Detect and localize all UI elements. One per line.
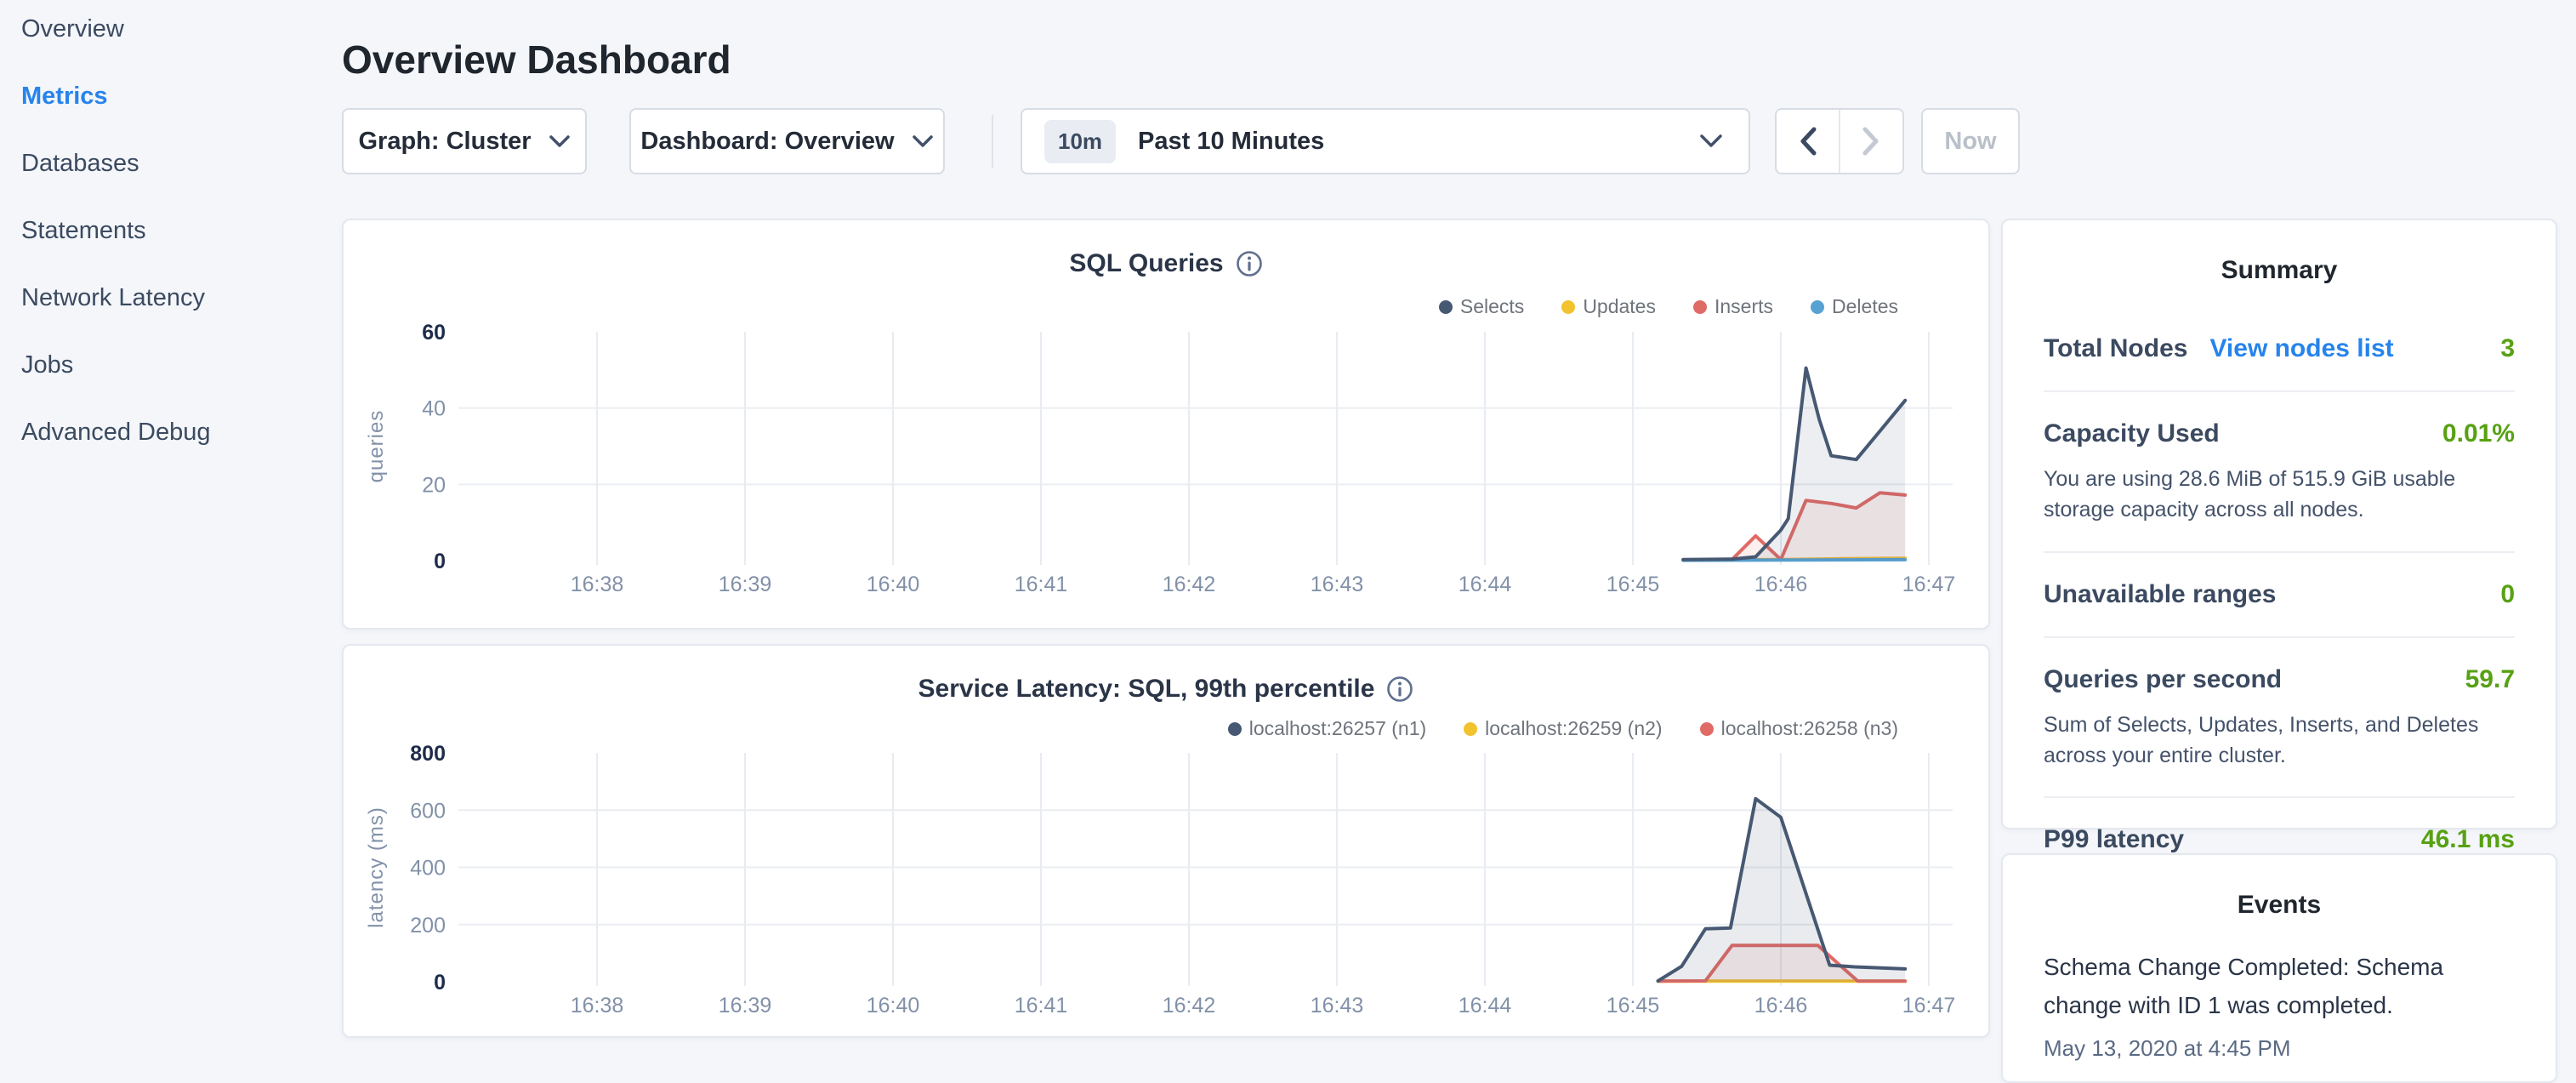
y-axis-label: latency (ms) [365,807,388,928]
x-tick-label: 16:38 [571,994,624,1017]
summary-label: Total Nodes [2044,334,2187,363]
y-tick-label: 60 [422,321,446,345]
x-tick-label: 16:38 [571,573,624,596]
x-tick-label: 16:39 [719,573,772,596]
db-console-app: Overview Metrics Databases Statements Ne… [0,0,2576,1052]
x-tick-label: 16:45 [1606,573,1660,596]
x-tick-label: 16:42 [1163,573,1216,596]
summary-description: Sum of Selects, Updates, Inserts, and De… [2044,710,2515,772]
summary-label: Unavailable ranges [2044,580,2276,609]
chart-plot[interactable]: 16:38 16:39 16:40 16:41 16:42 16:43 16:44 16:45… [344,646,1992,1040]
summary-row-queries-per-second: Queries per second 59.7 Sum of Selects, … [2044,638,2515,799]
sidebar-item-databases[interactable]: Databases [21,151,327,176]
x-tick-label: 16:43 [1311,994,1364,1017]
y-axis-label: queries [365,410,388,483]
y-tick-label: 40 [422,397,446,421]
sidebar-item-network-latency[interactable]: Network Latency [21,286,327,311]
graph-type-dropdown-label: Graph: Cluster [358,128,531,156]
y-tick-label: 200 [410,914,446,938]
chevron-down-icon [549,134,571,148]
x-tick-label: 16:47 [1902,573,1956,596]
graph-type-dropdown[interactable]: Graph: Cluster [342,108,587,174]
time-range-label: Past 10 Minutes [1138,128,1324,156]
sidebar-item-overview[interactable]: Overview [21,17,327,42]
chart-plot[interactable]: 16:38 16:39 16:40 16:41 16:42 16:43 16:44 16:45… [344,220,1992,631]
y-tick-label: 400 [410,857,446,881]
x-tick-label: 16:41 [1015,573,1068,596]
time-now-button[interactable]: Now [1921,108,2020,174]
summary-label: Queries per second [2044,665,2282,694]
summary-label: P99 latency [2044,825,2184,854]
y-tick-label: 800 [410,742,446,766]
y-tick-label: 0 [434,971,446,995]
x-tick-label: 16:42 [1163,994,1216,1017]
sidebar: Overview Metrics Databases Statements Ne… [21,17,327,487]
page-title: Overview Dashboard [342,37,731,83]
summary-panel: Summary Total Nodes View nodes list 3 Ca… [2001,219,2557,829]
x-tick-label: 16:40 [867,994,920,1017]
summary-value: 3 [2500,334,2515,363]
x-tick-label: 16:46 [1754,994,1808,1017]
time-back-button[interactable] [1777,110,1839,173]
x-tick-label: 16:39 [719,994,772,1017]
controls-divider [992,115,993,168]
x-tick-label: 16:46 [1754,573,1808,596]
view-nodes-list-link[interactable]: View nodes list [2209,334,2393,363]
summary-value: 59.7 [2465,665,2515,694]
x-tick-label: 16:41 [1015,994,1068,1017]
sidebar-item-jobs[interactable]: Jobs [21,353,327,378]
summary-value: 46.1 ms [2421,825,2515,854]
event-item[interactable]: Schema Change Completed: Schema change w… [2044,949,2515,1062]
summary-title: Summary [2003,256,2556,285]
time-now-label: Now [1944,128,1996,156]
chevron-left-icon [1800,127,1817,156]
sql-queries-chart-card: SQL Queries SelectsUpdatesInsertsDeletes… [342,219,1990,630]
summary-description: You are using 28.6 MiB of 515.9 GiB usab… [2044,464,2515,526]
events-title: Events [2003,891,2556,920]
y-tick-label: 600 [410,799,446,823]
time-nav-group [1775,108,1904,174]
time-range-badge: 10m [1044,120,1116,163]
x-tick-label: 16:43 [1311,573,1364,596]
event-text: Schema Change Completed: Schema change w… [2044,949,2515,1025]
summary-row-capacity-used: Capacity Used 0.01% You are using 28.6 M… [2044,392,2515,553]
summary-label: Capacity Used [2044,419,2220,448]
chevron-down-icon [1699,134,1723,149]
y-tick-label: 20 [422,473,446,497]
events-panel: Events Schema Change Completed: Schema c… [2001,853,2557,1083]
event-timestamp: May 13, 2020 at 4:45 PM [2044,1035,2515,1062]
summary-value: 0.01% [2442,419,2515,448]
sidebar-item-statements[interactable]: Statements [21,219,327,243]
x-tick-label: 16:44 [1459,573,1512,596]
sidebar-item-advanced-debug[interactable]: Advanced Debug [21,420,327,445]
chevron-down-icon [912,134,934,148]
dashboard-dropdown-label: Dashboard: Overview [640,128,894,156]
chevron-right-icon [1862,127,1879,156]
x-tick-label: 16:47 [1902,994,1956,1017]
x-tick-label: 16:40 [867,573,920,596]
time-range-dropdown[interactable]: 10m Past 10 Minutes [1021,108,1750,174]
time-forward-button[interactable] [1840,110,1902,173]
summary-value: 0 [2500,580,2515,609]
summary-row-total-nodes: Total Nodes View nodes list 3 [2044,307,2515,392]
y-tick-label: 0 [434,550,446,573]
sidebar-item-metrics[interactable]: Metrics [21,84,327,109]
service-latency-chart-card: Service Latency: SQL, 99th percentile lo… [342,644,1990,1038]
x-tick-label: 16:45 [1606,994,1660,1017]
summary-row-unavailable-ranges: Unavailable ranges 0 [2044,553,2515,638]
series-area-localhost-26257-n1 [1658,799,1906,982]
x-tick-label: 16:44 [1459,994,1512,1017]
dashboard-dropdown[interactable]: Dashboard: Overview [629,108,945,174]
